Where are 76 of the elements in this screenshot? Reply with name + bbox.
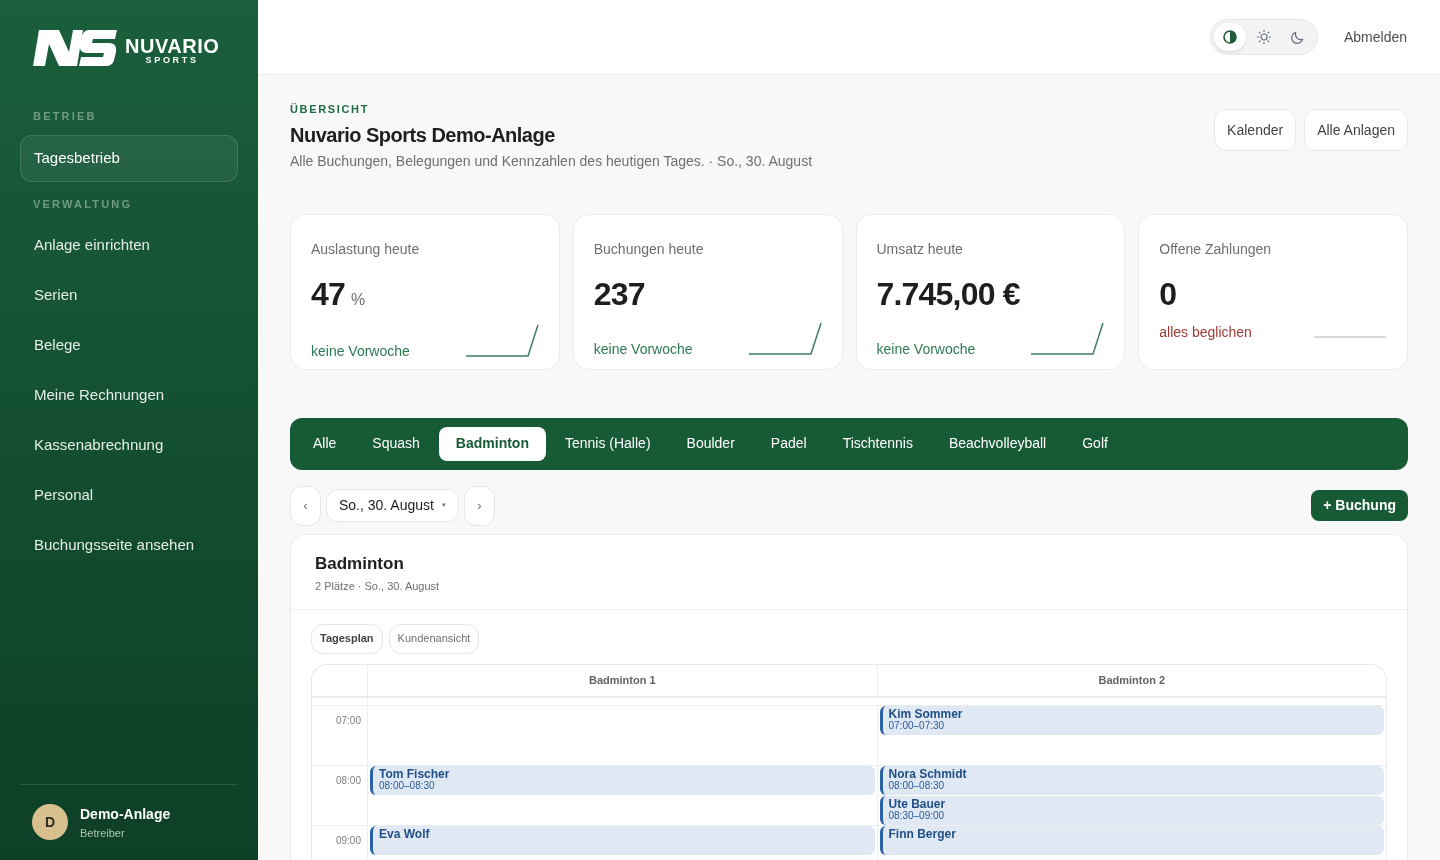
avatar: D (32, 804, 68, 841)
action-button[interactable]: Alle Anlagen (1304, 109, 1408, 151)
booking-name: Kim Sommer (888, 707, 964, 720)
booking-time: 08:00–08:30 (888, 779, 946, 792)
booking-time: 08:00–08:30 (379, 779, 436, 792)
booking-block[interactable]: Finn Berger (879, 825, 1384, 855)
sidebar-item[interactable]: Anlage einrichten (20, 222, 238, 269)
booking-time: 08:30–09:00 (888, 809, 946, 822)
schedule-title: Badminton (315, 552, 405, 575)
user-role: Betreiber (80, 825, 126, 841)
booking-block[interactable]: Nora Schmidt 08:00–08:30 (879, 765, 1384, 795)
sport-tab[interactable]: Squash (355, 426, 437, 461)
action-button[interactable]: Kalender (1214, 109, 1297, 151)
sidebar-item[interactable]: Serien (20, 272, 238, 319)
stat-value: 237 (593, 277, 645, 310)
user-name: Demo-Anlage (80, 804, 171, 824)
hour-label: 07:00 (335, 714, 361, 726)
court-header: Badminton 2 (1098, 672, 1166, 688)
sport-tab[interactable]: Beachvolleyball (931, 426, 1064, 461)
sport-tab[interactable]: Badminton (438, 426, 546, 461)
sport-tab[interactable]: Padel (753, 426, 824, 461)
booking-time: 07:00–07:30 (888, 719, 946, 732)
court-header: Badminton 1 (588, 672, 656, 688)
new-booking-button[interactable]: + Buchung (1311, 490, 1408, 521)
logo-icon (33, 30, 117, 66)
sidebar-item[interactable]: Kassenabrechnung (20, 422, 238, 469)
sport-tab[interactable]: Alle (296, 426, 354, 461)
theme-button[interactable] (1213, 23, 1246, 51)
stat-value: 7.745,00 € (876, 277, 1020, 310)
brand-tagline: SPORTS (145, 56, 199, 65)
previous-day-button[interactable]: ‹ (290, 485, 321, 526)
stat-label: Buchungen heute (593, 239, 705, 259)
sport-tab[interactable]: Boulder (669, 426, 752, 461)
sport-tab[interactable]: Tischtennis (825, 426, 930, 461)
booking-block[interactable]: Eva Wolf (370, 825, 875, 855)
section-label: BETRIEB (32, 109, 98, 124)
next-day-button[interactable]: › (463, 485, 495, 526)
section-label: VERWALTUNG (32, 196, 134, 212)
stat-unit: % (351, 289, 366, 310)
stat-value: 47 (311, 277, 345, 310)
sun-icon (1255, 29, 1272, 45)
booking-block[interactable]: Tom Fischer 08:00–08:30 (370, 765, 875, 795)
contrast-icon (1222, 30, 1237, 44)
page-subtitle: Alle Buchungen, Belegungen und Kennzahlen des heutigen Tages. · So., 30. August (290, 151, 813, 171)
hour-label: 09:00 (335, 834, 361, 846)
booking-block[interactable]: Kim Sommer 07:00–07:30 (879, 705, 1384, 735)
stat-note: keine Vorwoche (876, 339, 976, 359)
booking-name: Finn Berger (888, 827, 957, 840)
view-tab[interactable]: Kundenansicht (388, 623, 480, 654)
stat-label: Umsatz heute (876, 239, 964, 259)
booking-name: Tom Fischer (379, 767, 451, 780)
sidebar-item[interactable]: Belege (20, 322, 238, 369)
sport-tab[interactable]: Tennis (Halle) (547, 426, 668, 461)
booking-name: Nora Schmidt (888, 767, 968, 780)
hour-label: 08:00 (335, 774, 361, 786)
booking-block[interactable]: Ute Bauer 08:30–09:00 (879, 795, 1384, 825)
stat-note: alles beglichen (1159, 322, 1252, 342)
logout-button[interactable]: Abmelden (1343, 26, 1407, 48)
stat-label: Auslastung heute (311, 239, 421, 259)
view-tab[interactable]: Tagesplan (311, 623, 383, 654)
eyebrow-label: ÜBERSICHT (290, 102, 371, 117)
stat-value: 0 (1159, 277, 1177, 310)
stat-note: keine Vorwoche (311, 341, 410, 361)
booking-name: Ute Bauer (888, 797, 947, 810)
page-title: Nuvario Sports Demo-Anlage (290, 122, 556, 148)
sport-tab[interactable]: Golf (1065, 426, 1125, 461)
sidebar-item[interactable]: Meine Rechnungen (20, 372, 238, 419)
sidebar-item[interactable]: Buchungsseite ansehen (20, 522, 238, 569)
sidebar-item[interactable]: Personal (20, 472, 238, 519)
moon-icon (1290, 29, 1306, 45)
sidebar-item[interactable]: Tagesbetrieb (20, 134, 238, 182)
booking-name: Eva Wolf (379, 827, 431, 840)
stat-note: keine Vorwoche (593, 339, 693, 359)
brand-name: NUVARIO (125, 36, 220, 56)
stat-label: Offene Zahlungen (1159, 239, 1273, 259)
schedule-subtitle: 2 Plätze · So., 30. August (315, 579, 441, 594)
